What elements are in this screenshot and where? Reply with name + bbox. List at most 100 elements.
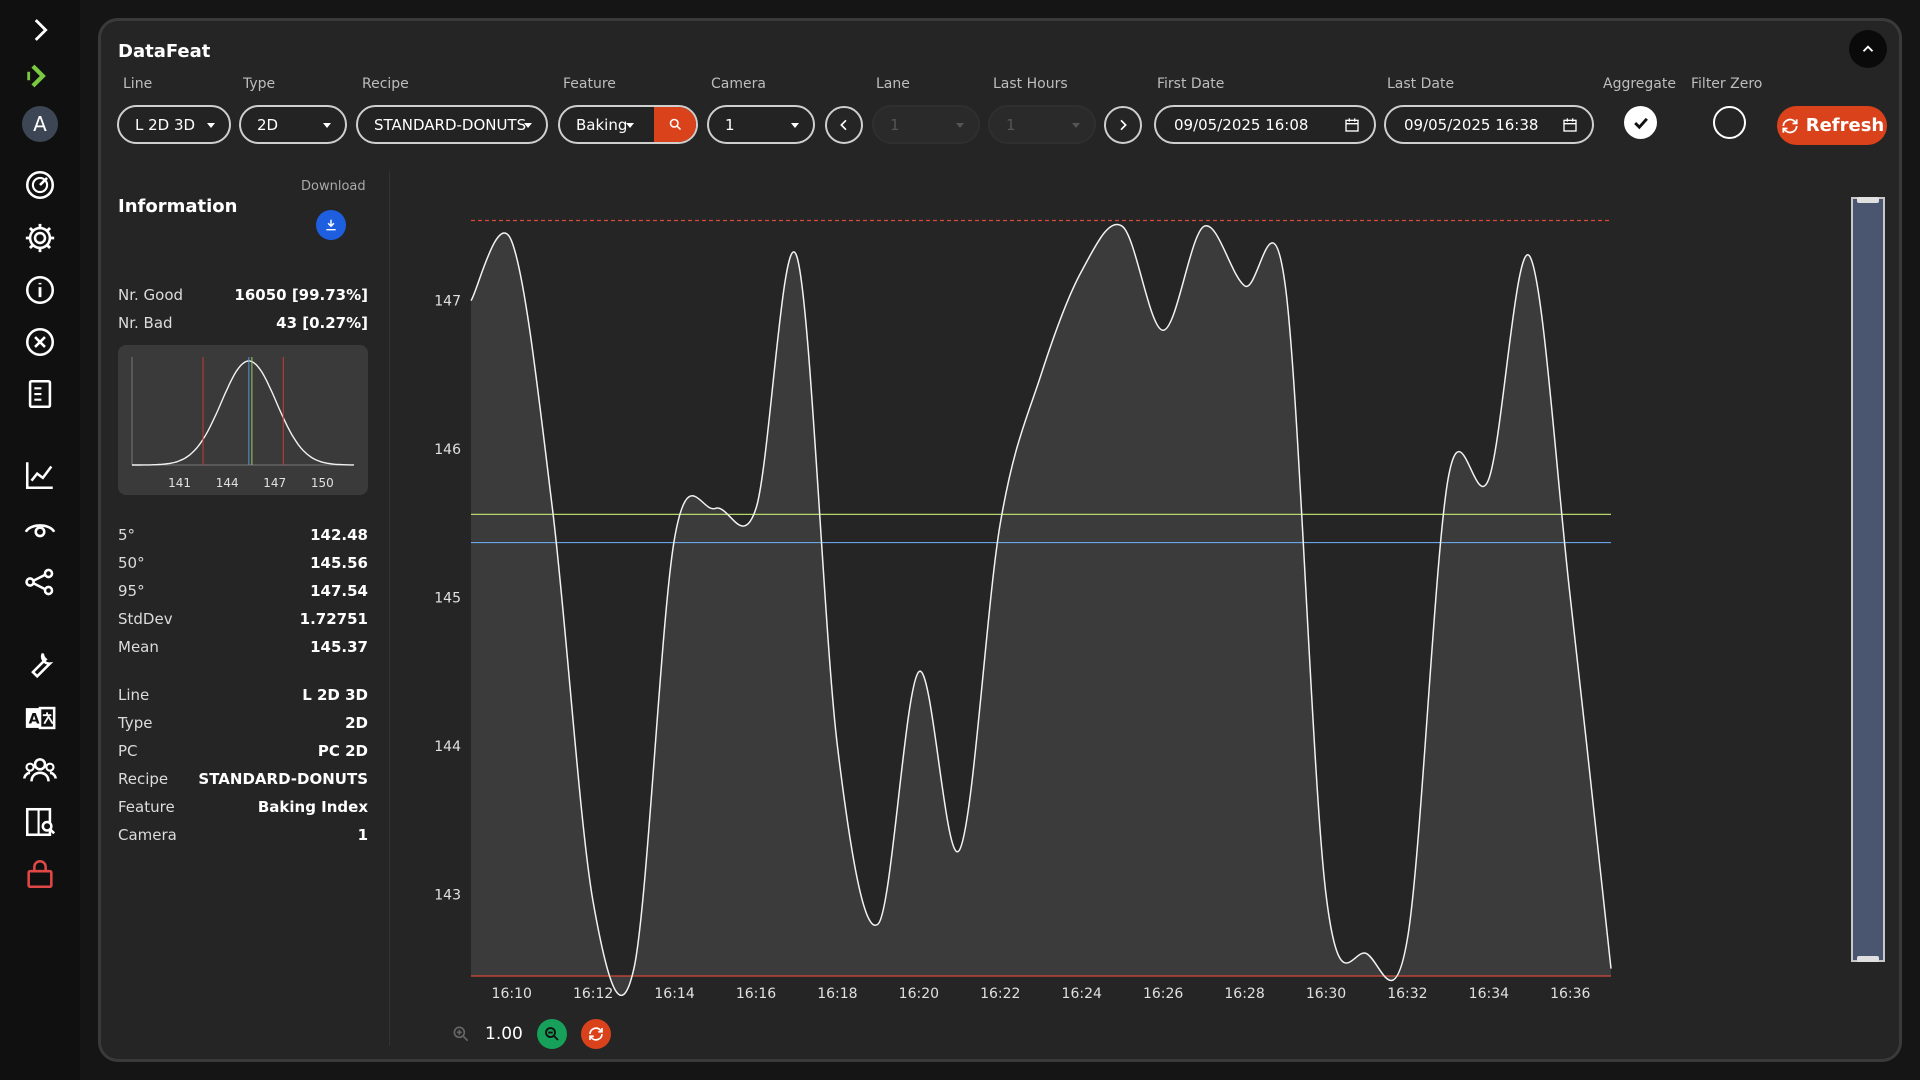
zoom-out-icon [544,1027,559,1041]
refresh-button[interactable]: Refresh [1777,106,1887,145]
collapse-button[interactable] [1849,30,1887,68]
stat-value: 147.54 [310,582,368,600]
first-date-input[interactable]: 09/05/2025 16:08 [1154,105,1376,144]
last-hours-select[interactable]: 1 [988,105,1096,144]
close-circle-icon[interactable] [20,322,60,362]
feature-label: Feature [563,76,616,92]
detail-value: Baking Index [257,798,368,816]
divider [389,171,390,1046]
last-date-input[interactable]: 09/05/2025 16:38 [1384,105,1594,144]
next-button[interactable] [1104,106,1142,144]
line-select-value: L 2D 3D [135,115,196,134]
hist-tick-label: 150 [311,476,334,490]
last-hours-select-value: 1 [1006,115,1016,134]
y-tick-label: 147 [434,294,461,310]
avatar-letter: A [22,106,58,142]
y-tick-label: 146 [434,442,461,458]
zoom-in-icon[interactable] [451,1024,471,1044]
calendar-icon[interactable] [1562,117,1578,133]
x-tick-label: 16:20 [899,986,939,1002]
count-value: 16050 [99.73%] [234,286,368,304]
line-chart-icon[interactable] [20,455,60,495]
recipe-label: Recipe [362,76,409,92]
detail-row: Line L 2D 3D [118,686,368,704]
stat-row: 5° 142.48 [118,526,368,544]
aggregate-checkbox[interactable] [1624,106,1657,139]
camera-select-value: 1 [725,115,735,134]
main-chart[interactable]: 143 144 145 146 147 16:10 16:12 16:14 16:16 16:18… [401,171,1621,1011]
main-panel: DataFeat Line Type Recipe Feature Camera… [98,18,1902,1062]
gauge-icon[interactable] [20,165,60,205]
detail-row: Type 2D [118,714,368,732]
x-tick-label: 16:28 [1224,986,1264,1002]
aggregate-label: Aggregate [1603,76,1676,92]
x-tick-label: 16:14 [654,986,694,1002]
hist-tick-label: 147 [263,476,286,490]
info-icon[interactable] [20,270,60,310]
detail-key: Feature [118,798,175,816]
caret-down-icon [524,123,532,128]
caret-down-icon [956,123,964,128]
scroll-handle-top[interactable] [1857,197,1879,203]
x-tick-label: 16:24 [1062,986,1102,1002]
recipe-select-value: STANDARD-DONUTS [374,115,527,134]
app-title: DataFeat [118,41,211,62]
x-tick-label: 16:18 [817,986,857,1002]
stat-value: 145.37 [310,638,368,656]
caret-down-icon [1072,123,1080,128]
last-date-value: 09/05/2025 16:38 [1404,115,1539,134]
line-label: Line [123,76,153,92]
document-icon[interactable] [20,374,60,414]
lane-select[interactable]: 1 [872,105,980,144]
feature-select-value: Baking [576,115,628,134]
avatar[interactable]: A [20,104,60,144]
first-date-label: First Date [1157,76,1225,92]
zoom-value: 1.00 [485,1024,523,1044]
eye-icon[interactable] [20,509,60,549]
previous-button[interactable] [825,106,863,144]
stat-key: 95° [118,582,145,600]
chevron-left-icon [840,119,847,131]
scroll-handle-bottom[interactable] [1857,956,1879,962]
settings-icon[interactable] [20,218,60,258]
sidebar: A A [0,0,80,1080]
zoom-out-button[interactable] [536,1019,567,1049]
svg-text:A: A [29,712,40,728]
information-title: Information [118,196,238,217]
feature-select[interactable]: Baking [558,105,698,144]
users-icon[interactable] [20,750,60,790]
refresh-label: Refresh [1805,115,1885,136]
detail-key: PC [118,742,138,760]
filter-zero-label: Filter Zero [1691,76,1763,92]
type-select[interactable]: 2D [239,105,347,144]
range-scrollbar[interactable] [1851,197,1885,962]
line-select[interactable]: L 2D 3D [117,105,231,144]
filter-zero-checkbox[interactable] [1713,106,1746,139]
search-icon [669,118,681,131]
lock-icon[interactable] [20,854,60,894]
stat-key: 5° [118,526,136,544]
detail-key: Type [118,714,153,732]
chart-svg[interactable]: 143 144 145 146 147 16:10 16:12 16:14 16:16 16:18… [401,171,1621,1011]
last-date-label: Last Date [1387,76,1455,92]
x-tick-label: 16:34 [1469,986,1509,1002]
y-tick-label: 144 [434,739,461,755]
camera-select[interactable]: 1 [707,105,815,144]
calendar-icon[interactable] [1344,117,1360,133]
detail-row: Feature Baking Index [118,798,368,816]
wrench-icon[interactable] [20,645,60,685]
stat-key: Mean [118,638,159,656]
reset-zoom-button[interactable] [580,1019,611,1049]
stat-row: 95° 147.54 [118,582,368,600]
share-network-icon[interactable] [20,562,60,602]
play-next-icon[interactable] [20,56,60,96]
recipe-select[interactable]: STANDARD-DONUTS [356,105,548,144]
feature-search-button[interactable] [654,107,696,142]
book-search-icon[interactable] [20,802,60,842]
download-icon [326,219,336,231]
download-button[interactable] [316,210,346,240]
translate-icon[interactable]: A [20,698,60,738]
lane-select-value: 1 [890,115,900,134]
detail-value: L 2D 3D [302,686,368,704]
expand-icon[interactable] [20,10,60,50]
